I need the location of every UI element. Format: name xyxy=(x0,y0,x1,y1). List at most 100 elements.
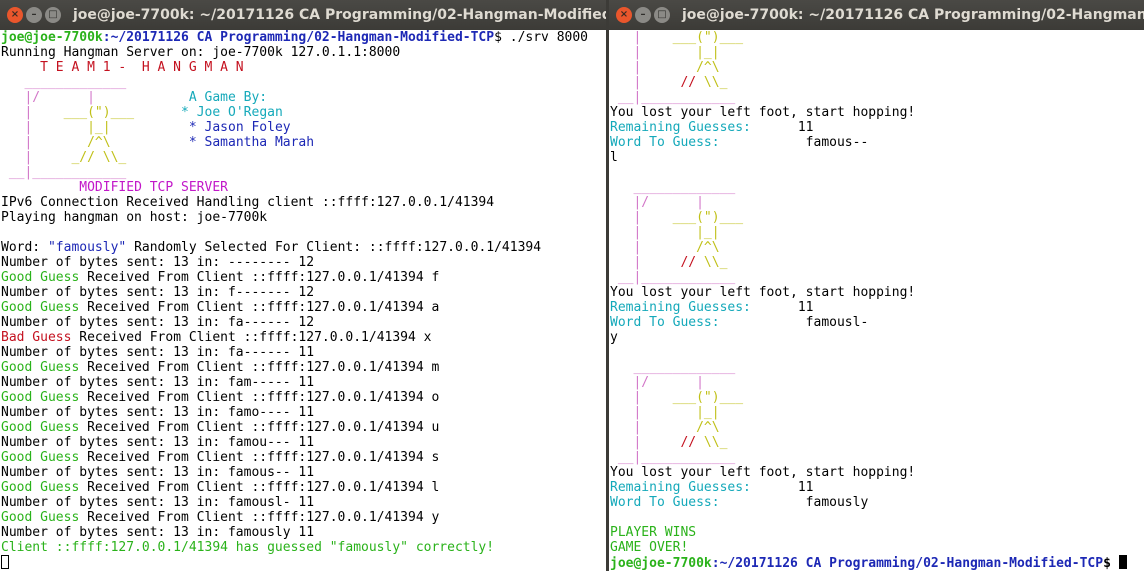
credit-2: * Jason Foley xyxy=(188,120,291,135)
word-label: Word To Guess: xyxy=(610,135,720,150)
remaining-value: 11 xyxy=(797,300,814,315)
ascii-row: __|____________ xyxy=(610,90,736,105)
word-line: Word To Guess: famousl- xyxy=(610,315,1144,330)
close-icon[interactable]: × xyxy=(616,7,632,23)
word-label: Word To Guess: xyxy=(610,495,720,510)
client-terminal-window[interactable]: × – □ joe@joe-7700k: ~/20171126 CA Program… xyxy=(609,0,1144,571)
ascii-part: |_| xyxy=(696,405,720,420)
guess-line: Good Guess Received From Client ::ffff:1… xyxy=(1,450,606,465)
ascii-part: | xyxy=(610,225,697,240)
ascii-part: |/ | xyxy=(610,195,704,210)
guess-line: Good Guess Received From Client ::ffff:1… xyxy=(1,420,606,435)
ascii-row: _____________ xyxy=(610,180,1144,195)
ascii-part: | xyxy=(610,390,673,405)
ascii-part: | xyxy=(610,435,681,450)
good-guess-label: Good Guess xyxy=(1,270,80,285)
ascii-row: |/ | xyxy=(610,195,1144,210)
remaining-value: 11 xyxy=(797,480,814,495)
ascii-row: | ___(")___ xyxy=(610,390,1144,405)
running-line: Running Hangman Server on: joe-7700k 127… xyxy=(1,45,401,60)
word-label: Word To Guess: xyxy=(610,315,720,330)
maximize-icon[interactable]: □ xyxy=(654,7,670,23)
final-line: Client ::ffff:127.0.0.1/41394 has guesse… xyxy=(1,540,495,555)
bad-guess-label: Bad Guess xyxy=(1,330,72,345)
prompt-path: :~/20171126 CA Programming/02-Hangman-Mo… xyxy=(711,556,1104,571)
ascii-part: // xyxy=(680,435,697,450)
ascii-row: | // \\_ xyxy=(610,435,1144,450)
ascii-part: | xyxy=(610,405,697,420)
close-icon[interactable]: × xyxy=(7,7,23,23)
prompt-line: joe@joe-7700k:~/20171126 CA Programming/… xyxy=(1,30,606,45)
guess-detail: Received From Client ::ffff:127.0.0.1/41… xyxy=(79,360,440,375)
ascii-row-2: | ___(")___ * Joe O'Regan xyxy=(1,105,283,120)
ascii-part: |_| xyxy=(696,225,720,240)
guess-input: l xyxy=(610,150,618,165)
input-line[interactable] xyxy=(1,555,606,570)
server-terminal-window[interactable]: × – □ joe@joe-7700k: ~/20171126 CA Program… xyxy=(0,0,606,571)
minimize-icon[interactable]: – xyxy=(635,7,651,23)
guess-line: Good Guess Received From Client ::ffff:1… xyxy=(1,510,606,525)
guess-line: Bad Guess Received From Client ::ffff:12… xyxy=(1,330,606,345)
terminal-output[interactable]: | ___(")___ | |_| | /^\ | // \\_ __|____… xyxy=(609,30,1144,571)
terminal-output[interactable]: joe@joe-7700k:~/20171126 CA Programming/… xyxy=(0,30,606,571)
good-guess-label: Good Guess xyxy=(1,390,80,405)
ascii-row: | /^\ xyxy=(610,240,1144,255)
window-title: joe@joe-7700k: ~/20171126 CA Programming… xyxy=(682,7,1144,23)
window-title: joe@joe-7700k: ~/20171126 CA Programming… xyxy=(73,7,606,23)
prompt-user: joe@joe-7700k xyxy=(610,556,712,571)
guess-input: y xyxy=(610,330,618,345)
word-suffix: Randomly Selected For Client: ::ffff:127… xyxy=(126,240,542,255)
good-guess-label: Good Guess xyxy=(1,510,80,525)
guess-detail: Received From Client ::ffff:127.0.0.1/41… xyxy=(79,270,440,285)
remaining-label: Remaining Guesses: xyxy=(610,480,751,495)
ascii-row: | /^\ xyxy=(610,60,720,75)
ascii-row-6: __|____________ xyxy=(1,165,127,180)
playing-line: Playing hangman on host: joe-7700k xyxy=(1,210,268,225)
guess-detail: Received From Client ::ffff:127.0.0.1/41… xyxy=(79,420,440,435)
guess-line: Good Guess Received From Client ::ffff:1… xyxy=(1,390,606,405)
ascii-part: \\_ xyxy=(696,435,728,450)
bytes-sent-line: Number of bytes sent: 13 in: famo---- 11 xyxy=(1,405,315,420)
titlebar[interactable]: × – □ joe@joe-7700k: ~/20171126 CA Program… xyxy=(0,0,606,30)
prompt-end: $ xyxy=(1103,556,1111,571)
ascii-row: | |_| xyxy=(610,45,720,60)
bytes-sent-line: Number of bytes sent: 13 in: f------- 12 xyxy=(1,285,315,300)
remaining-label: Remaining Guesses: xyxy=(610,120,751,135)
ascii-part: ___(")___ xyxy=(672,210,744,225)
ascii-row: | |_| xyxy=(610,225,1144,240)
credits-title: A Game By: xyxy=(188,90,268,105)
titlebar[interactable]: × – □ joe@joe-7700k: ~/20171126 CA Program… xyxy=(609,0,1144,30)
bytes-sent-line: Number of bytes sent: 13 in: fa------ 12 xyxy=(1,315,315,330)
round-block: You lost your left foot, start hopping! R… xyxy=(610,285,1144,465)
ascii-part: \\_ xyxy=(696,255,728,270)
guess-line: Good Guess Received From Client ::ffff:1… xyxy=(1,300,606,315)
guess-detail: Received From Client ::ffff:127.0.0.1/41… xyxy=(79,300,440,315)
word-line: Word: "famously" Randomly Selected For C… xyxy=(1,240,606,255)
word-value: famously xyxy=(805,495,869,510)
round-block: You lost your left foot, start hopping! R… xyxy=(610,465,1144,510)
game-over: GAME OVER! xyxy=(610,540,689,555)
banner: T E A M 1 - H A N G M A N xyxy=(1,60,244,75)
guess-detail: Received From Client ::ffff:127.0.0.1/41… xyxy=(79,480,440,495)
credit-1: * Joe O'Regan xyxy=(181,105,283,120)
maximize-icon[interactable]: □ xyxy=(45,7,61,23)
prompt-user: joe@joe-7700k xyxy=(1,30,103,45)
bytes-sent-line: Number of bytes sent: 13 in: fam----- 11 xyxy=(1,375,315,390)
cursor-icon xyxy=(1,555,9,569)
minimize-icon[interactable]: – xyxy=(26,7,42,23)
prompt-line[interactable]: joe@joe-7700k:~/20171126 CA Programming/… xyxy=(610,555,1144,571)
guess-line: Good Guess Received From Client ::ffff:1… xyxy=(1,360,606,375)
guess-line: Good Guess Received From Client ::ffff:1… xyxy=(1,480,606,495)
lost-message: You lost your left foot, start hopping! xyxy=(610,105,916,120)
ascii-row: __|____________ xyxy=(610,270,1144,285)
server-log: Number of bytes sent: 13 in: -------- 12… xyxy=(1,255,606,540)
credit-3: * Samantha Marah xyxy=(188,135,315,150)
ascii-part: | xyxy=(610,210,673,225)
ascii-row: |/ | xyxy=(610,375,1144,390)
